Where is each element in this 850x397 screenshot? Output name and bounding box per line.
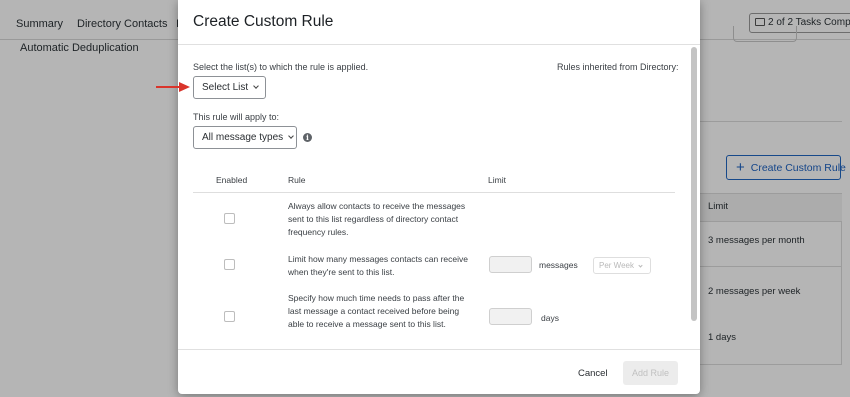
apply-to-label: This rule will apply to: [193, 112, 280, 122]
inherited-rules-label: Rules inherited from Directory: [557, 62, 679, 72]
dialog-header: Create Custom Rule [178, 0, 700, 45]
column-header-enabled: Enabled [216, 175, 248, 185]
dialog-scrollbar[interactable] [689, 45, 697, 349]
table-header-divider [193, 192, 675, 193]
dialog-footer: Cancel Add Rule [178, 349, 700, 394]
add-rule-button[interactable]: Add Rule [623, 361, 678, 385]
period-value: Per Week [599, 261, 634, 270]
chevron-down-icon [288, 133, 294, 139]
period-dropdown[interactable]: Per Week [593, 257, 651, 274]
scrollbar-thumb[interactable] [691, 47, 697, 321]
message-types-dropdown[interactable]: All message types [193, 126, 297, 149]
chevron-down-icon [253, 83, 259, 89]
message-types-value: All message types [202, 132, 284, 143]
rule-description: Specify how much time needs to pass afte… [288, 293, 465, 329]
message-limit-input[interactable] [489, 256, 532, 273]
cancel-button[interactable]: Cancel [578, 368, 608, 379]
column-header-limit: Limit [488, 175, 506, 185]
enable-rule-checkbox[interactable] [224, 259, 235, 270]
days-limit-input[interactable] [489, 308, 532, 325]
list-label: Select the list(s) to which the rule is … [193, 62, 369, 72]
rule-description: Always allow contacts to receive the mes… [288, 201, 466, 237]
rule-description: Limit how many messages contacts can rec… [288, 254, 468, 277]
days-unit-label: days [541, 313, 559, 323]
column-header-rule: Rule [288, 175, 306, 185]
enable-rule-checkbox[interactable] [224, 213, 235, 224]
create-custom-rule-dialog: Create Custom Rule Select the list(s) to… [178, 0, 700, 394]
info-icon[interactable]: i [303, 133, 312, 142]
dialog-body: Select the list(s) to which the rule is … [178, 45, 700, 349]
chevron-down-icon [638, 263, 643, 268]
select-list-dropdown[interactable]: Select List [193, 76, 266, 99]
enable-rule-checkbox[interactable] [224, 311, 235, 322]
dialog-title: Create Custom Rule [193, 13, 334, 30]
annotation-arrow-icon [156, 82, 190, 92]
messages-unit-label: messages [539, 260, 578, 270]
select-list-value: Select List [202, 82, 249, 93]
